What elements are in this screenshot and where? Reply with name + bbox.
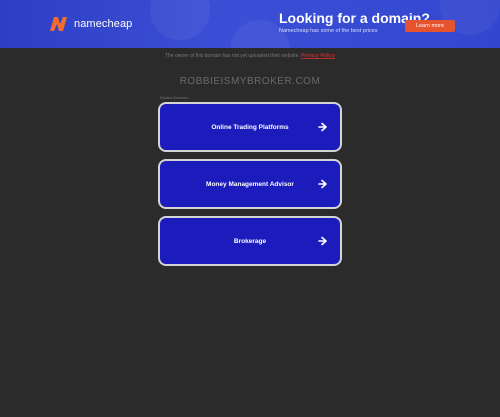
link-label: Online Trading Platforms xyxy=(211,123,289,131)
related-searches-label: Related Searches: xyxy=(160,96,189,100)
related-link-online-trading[interactable]: Online Trading Platforms xyxy=(158,102,342,152)
privacy-policy-link[interactable]: Privacy Policy xyxy=(301,53,335,59)
related-link-brokerage[interactable]: Brokerage xyxy=(158,216,342,266)
logo-text: namecheap xyxy=(74,18,133,30)
arrow-right-icon xyxy=(318,179,327,189)
learn-more-button[interactable]: Learn more xyxy=(405,20,455,32)
owner-notice: The owner of this domain has not yet upl… xyxy=(0,53,500,59)
related-link-money-management[interactable]: Money Management Advisor xyxy=(158,159,342,209)
domain-title: ROBBIEISMYBROKER.COM xyxy=(179,76,321,87)
notice-text: The owner of this domain has not yet upl… xyxy=(164,53,300,59)
arrow-right-icon xyxy=(318,122,327,132)
namecheap-banner[interactable]: namecheap Looking for a domain? Namechea… xyxy=(0,0,500,48)
namecheap-logo-icon xyxy=(48,15,70,33)
arrow-right-icon xyxy=(318,236,327,246)
link-label: Money Management Advisor xyxy=(206,180,294,188)
link-label: Brokerage xyxy=(233,237,267,245)
namecheap-logo[interactable]: namecheap xyxy=(48,15,132,33)
